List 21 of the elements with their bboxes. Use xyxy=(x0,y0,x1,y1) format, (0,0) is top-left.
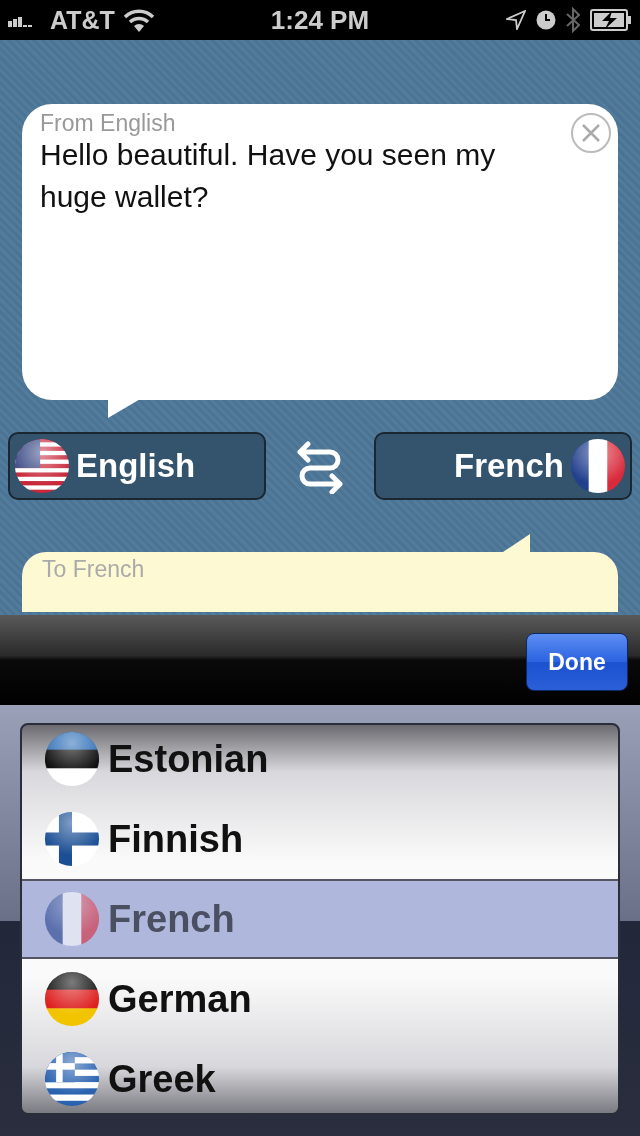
source-text-card[interactable]: From English Hello beautiful. Have you seen my huge wallet? xyxy=(22,104,618,400)
location-arrow-icon xyxy=(506,10,526,30)
picker-wheel[interactable]: Estonian Finnish French German Greek xyxy=(20,723,620,1115)
language-option[interactable]: German xyxy=(22,959,618,1039)
wifi-icon xyxy=(122,8,155,32)
clock-icon xyxy=(536,10,556,30)
source-text: Hello beautiful. Have you seen my huge wallet? xyxy=(40,137,497,215)
language-option[interactable]: French xyxy=(22,879,618,959)
target-language-button[interactable]: French xyxy=(374,432,632,500)
battery-charging-icon xyxy=(590,9,632,31)
language-option[interactable]: Finnish xyxy=(22,799,618,879)
language-option[interactable]: Greek xyxy=(22,1039,618,1113)
done-button[interactable]: Done xyxy=(526,633,628,691)
language-option[interactable]: Estonian xyxy=(22,725,618,799)
clock-time: 1:24 PM xyxy=(270,4,370,36)
target-language-label: To French xyxy=(42,556,145,582)
speech-tail xyxy=(108,398,142,418)
bluetooth-icon xyxy=(566,7,580,33)
source-language-button[interactable]: English xyxy=(8,432,266,500)
source-language-label: From English xyxy=(40,110,176,137)
carrier-name: AT&T xyxy=(50,5,115,35)
